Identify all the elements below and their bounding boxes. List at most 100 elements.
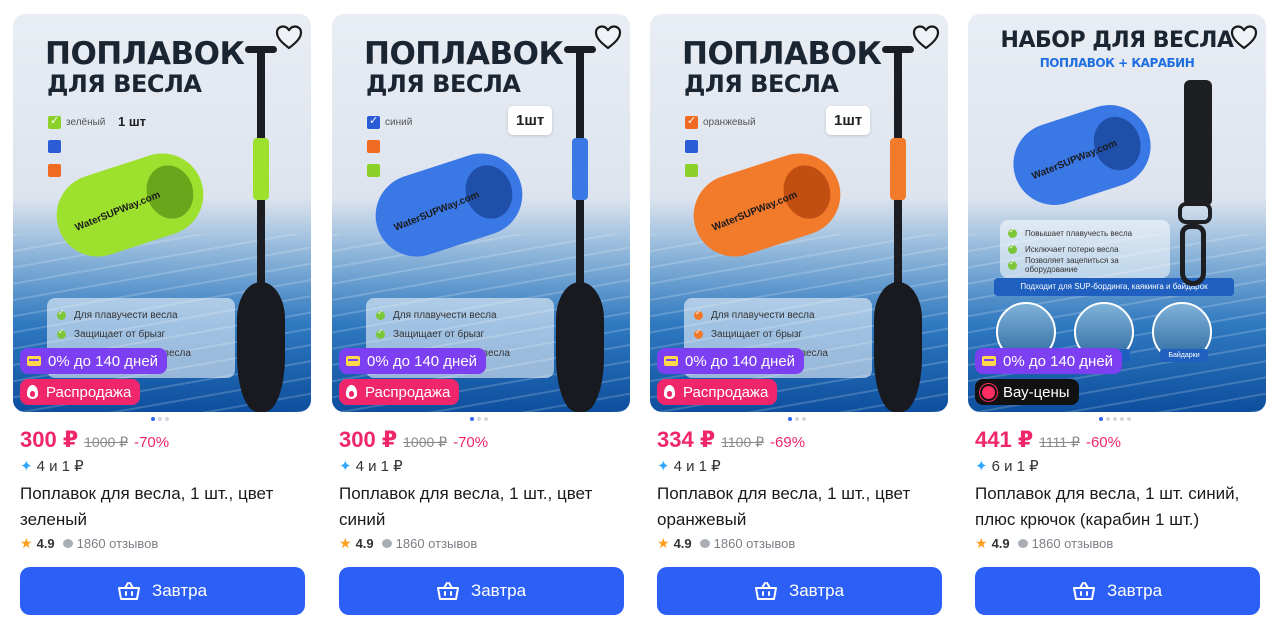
- benefit-text: Позволяет зацепиться за оборудование: [1025, 256, 1119, 274]
- quantity-label: 1 шт: [118, 114, 147, 129]
- pagination-dot[interactable]: [158, 417, 162, 421]
- image-title-line2: ДЛЯ ВЕСЛА: [47, 70, 202, 98]
- image-pagination[interactable]: [470, 417, 488, 421]
- heart-icon[interactable]: [275, 24, 303, 50]
- fire-icon: [27, 385, 38, 399]
- pagination-dot[interactable]: [802, 417, 806, 421]
- carabiner-hook: [1180, 224, 1206, 286]
- rating-score: 4.9: [36, 536, 55, 551]
- product-name[interactable]: Поплавок для весла, 1 шт., цвет зеленый: [20, 481, 310, 533]
- reviews-count[interactable]: 1860 отзывов: [714, 536, 796, 551]
- cart-icon: [436, 582, 459, 600]
- color-swatch: [367, 163, 380, 177]
- quantity-label: 1шт: [826, 106, 871, 135]
- pagination-dot[interactable]: [1113, 417, 1117, 421]
- check-icon: [1008, 242, 1017, 254]
- color-option-label: синий: [385, 116, 413, 128]
- pagination-dot[interactable]: [484, 417, 488, 421]
- cart-icon: [1072, 582, 1095, 600]
- reviews-count[interactable]: 1860 отзывов: [77, 536, 159, 551]
- image-title-line1: НАБОР ДЛЯ ВЕСЛА: [1000, 28, 1234, 53]
- image-pagination[interactable]: [151, 417, 169, 421]
- sparkle-icon: ✦: [657, 458, 670, 475]
- color-swatch: [367, 114, 380, 129]
- bonus-text: 4 и 1 ₽: [355, 458, 403, 475]
- color-option: [367, 134, 412, 158]
- product-name[interactable]: Поплавок для весла, 1 шт. синий, плюс кр…: [975, 481, 1265, 533]
- float-brand-text: WaterSUPWay.com: [73, 189, 162, 234]
- discount: -60%: [1085, 434, 1121, 451]
- product-photo[interactable]: ПОПЛАВОКДЛЯ ВЕСЛА оранжевый 1шт WaterSUP…: [650, 14, 948, 412]
- product-card[interactable]: ПОПЛАВОКДЛЯ ВЕСЛА оранжевый 1шт WaterSUP…: [650, 14, 950, 622]
- image-title-line1: ПОПЛАВОК: [364, 36, 564, 72]
- image-title-line1: ПОПЛАВОК: [45, 36, 245, 72]
- promo-badge: Распродажа: [20, 379, 141, 405]
- image-title: ПОПЛАВОК ДЛЯ ВЕСЛА: [45, 36, 245, 98]
- quantity-label: 1шт: [508, 106, 553, 135]
- installment-text: 0% до 140 дней: [685, 352, 796, 370]
- paddle-float-sleeve: [253, 138, 269, 200]
- installment-icon: [664, 356, 678, 366]
- add-to-cart-button[interactable]: Завтра: [657, 567, 942, 615]
- image-title-line2: ПОПЛАВОК + КАРАБИН: [1039, 56, 1195, 70]
- image-pagination[interactable]: [1099, 417, 1131, 421]
- add-to-cart-button[interactable]: Завтра: [339, 567, 624, 615]
- pagination-dot[interactable]: [151, 417, 155, 421]
- image-title: ПОПЛАВОК ДЛЯ ВЕСЛА: [682, 38, 882, 98]
- pagination-dot[interactable]: [788, 417, 792, 421]
- benefit-item: Исключает потерю весла: [1008, 241, 1162, 257]
- installment-text: 0% до 140 дней: [48, 352, 159, 370]
- product-photo[interactable]: ПОПЛАВОКДЛЯ ВЕСЛА зелёный 1 шт WaterSUPW…: [13, 14, 311, 412]
- benefit-text: Для плавучести весла: [711, 310, 815, 321]
- pagination-dot[interactable]: [477, 417, 481, 421]
- product-photo[interactable]: НАБОР ДЛЯ ВЕСЛА ПОПЛАВОК + КАРАБИН WaterS…: [968, 14, 1266, 412]
- product-name[interactable]: Поплавок для весла, 1 шт., цвет оранжевы…: [657, 481, 947, 533]
- add-to-cart-button[interactable]: Завтра: [975, 567, 1260, 615]
- delivery-label: Завтра: [470, 581, 527, 600]
- carabiner-strap: [1184, 80, 1212, 206]
- pagination-dot[interactable]: [1120, 417, 1124, 421]
- reviews-count[interactable]: 1860 отзывов: [396, 536, 478, 551]
- pagination-dot[interactable]: [1127, 417, 1131, 421]
- add-to-cart-button[interactable]: Завтра: [20, 567, 305, 615]
- current-price: 300 ₽: [20, 427, 79, 452]
- image-title-line2: ДЛЯ ВЕСЛА: [366, 70, 521, 98]
- installment-badge: 0% до 140 дней: [20, 348, 168, 374]
- benefit-text: Для плавучести весла: [393, 310, 497, 321]
- product-card[interactable]: НАБОР ДЛЯ ВЕСЛА ПОПЛАВОК + КАРАБИН WaterS…: [968, 14, 1268, 622]
- image-pagination[interactable]: [788, 417, 806, 421]
- pagination-dot[interactable]: [1099, 417, 1103, 421]
- virus-icon: [982, 385, 995, 399]
- heart-icon[interactable]: [594, 24, 622, 50]
- heart-icon[interactable]: [912, 24, 940, 50]
- paddle-float-sleeve: [890, 138, 906, 200]
- color-options: зелёный: [48, 110, 105, 182]
- float-brand-text: WaterSUPWay.com: [710, 189, 799, 234]
- color-option: синий: [367, 110, 412, 134]
- reviews-count[interactable]: 1860 отзывов: [1032, 536, 1114, 551]
- benefit-item: Защищает от брызг: [376, 325, 544, 344]
- rating-row: ★ 4.9 1860 отзывов: [657, 535, 795, 552]
- product-photo[interactable]: ПОПЛАВОКДЛЯ ВЕСЛА синий 1шт WaterSUPWay.…: [332, 14, 630, 412]
- heart-icon[interactable]: [1230, 24, 1258, 50]
- product-name[interactable]: Поплавок для весла, 1 шт., цвет синий: [339, 481, 629, 533]
- current-price: 441 ₽: [975, 427, 1034, 452]
- price-row: 300 ₽ 1000 ₽ -70%: [20, 427, 169, 453]
- product-card[interactable]: ПОПЛАВОКДЛЯ ВЕСЛА зелёный 1 шт WaterSUPW…: [13, 14, 313, 622]
- paddle-blade: [874, 282, 922, 412]
- fire-icon: [346, 385, 357, 399]
- product-card[interactable]: ПОПЛАВОКДЛЯ ВЕСЛА синий 1шт WaterSUPWay.…: [332, 14, 632, 622]
- old-price: 1100 ₽: [721, 434, 765, 450]
- pagination-dot[interactable]: [1106, 417, 1110, 421]
- pagination-dot[interactable]: [165, 417, 169, 421]
- pagination-dot[interactable]: [795, 417, 799, 421]
- installment-icon: [27, 356, 41, 366]
- pagination-dot[interactable]: [470, 417, 474, 421]
- current-price: 334 ₽: [657, 427, 716, 452]
- benefit-text: Защищает от брызг: [393, 329, 485, 340]
- float-product: WaterSUPWay.com: [1002, 94, 1162, 216]
- installment-badge: 0% до 140 дней: [339, 348, 487, 374]
- check-icon: [1008, 258, 1017, 270]
- image-title-line2: ДЛЯ ВЕСЛА: [684, 70, 839, 98]
- color-swatch: [48, 163, 61, 177]
